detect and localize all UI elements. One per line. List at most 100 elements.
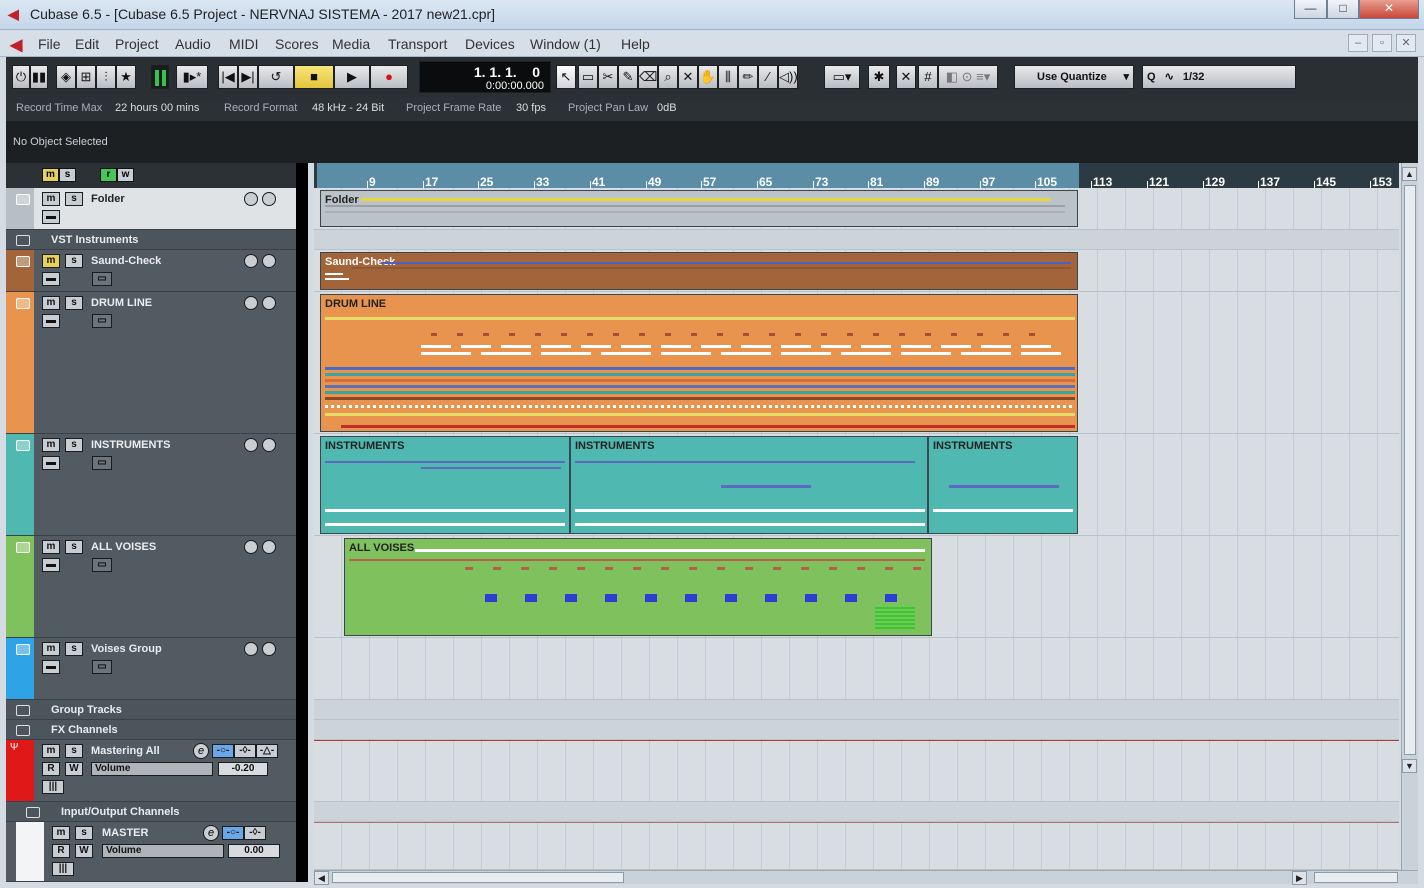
mute-tool-icon[interactable]: ✕ — [678, 65, 698, 89]
mute-button[interactable]: m — [42, 540, 60, 554]
play-tool-icon[interactable]: ◁)) — [778, 65, 798, 89]
scroll-down-icon[interactable]: ▼ — [1402, 759, 1417, 773]
folder-icon[interactable] — [16, 705, 30, 716]
track-io-channels[interactable]: Input/Output Channels — [6, 802, 296, 822]
folder-contents-icon[interactable]: ▭ — [92, 660, 112, 674]
track-name[interactable]: Folder — [91, 193, 125, 205]
track-list-divider[interactable] — [296, 163, 308, 882]
infoline-toggle-button[interactable]: ⊞ — [76, 65, 96, 89]
inspector-toggle-button[interactable]: ◈ — [56, 65, 76, 89]
record-enable-icon[interactable] — [244, 438, 258, 452]
close-button[interactable]: ✕ — [1359, 0, 1419, 19]
record-time-value[interactable]: 22 hours 00 mins — [115, 102, 199, 114]
menu-media[interactable]: Media — [332, 36, 370, 52]
frame-rate-value[interactable]: 30 fps — [516, 102, 546, 114]
scroll-left-icon[interactable]: ◀ — [314, 871, 329, 885]
track-master[interactable]: m s MASTER e -○- -◊- R W Volume 0.00 ||| — [6, 822, 296, 882]
scroll-up-icon[interactable]: ▲ — [1402, 167, 1417, 181]
automation-lanes-icon[interactable]: ||| — [52, 862, 74, 876]
folder-icon[interactable] — [16, 644, 30, 655]
track-name[interactable]: VST Instruments — [51, 234, 138, 246]
stop-icon[interactable]: ■ — [294, 65, 334, 89]
mute-button[interactable]: m — [42, 744, 60, 758]
menu-devices[interactable]: Devices — [465, 36, 515, 52]
mdi-close-button[interactable]: ✕ — [1396, 34, 1416, 52]
record-enable-icon[interactable] — [244, 540, 258, 554]
mute-button[interactable]: m — [52, 826, 70, 840]
folder-icon[interactable] — [16, 256, 30, 267]
edit-button[interactable]: ▬ — [42, 660, 60, 674]
menu-file[interactable]: File — [38, 36, 61, 52]
track-name[interactable]: Group Tracks — [51, 704, 122, 716]
track-voises-group[interactable]: m s Voises Group ▬ ▭ — [6, 638, 296, 700]
read-button[interactable]: R — [52, 844, 70, 858]
folder-contents-icon[interactable]: ▭ — [92, 314, 112, 328]
zoom-tool-icon[interactable]: ⌕ — [658, 65, 678, 89]
solo-button[interactable]: s — [65, 296, 83, 310]
snap-type-icon[interactable]: ✕ — [896, 65, 916, 89]
track-mastering-all[interactable]: Ψ m s Mastering All e -○- -◊- -△- R W Vo… — [6, 740, 296, 802]
mute-button[interactable]: m — [42, 296, 60, 310]
menu-edit[interactable]: Edit — [75, 36, 99, 52]
range-select-tool-icon[interactable]: ▭ — [578, 65, 598, 89]
automation-mode-button[interactable]: ▮▸* — [176, 65, 208, 89]
play-icon[interactable]: ▶ — [334, 65, 370, 89]
mdi-restore-button[interactable]: ▫ — [1372, 34, 1392, 52]
constrain-delay-button[interactable]: ▮▮ — [30, 65, 48, 89]
edit-button[interactable]: ▬ — [42, 558, 60, 572]
track-saund-check[interactable]: m s Saund-Check ▬ ▭ — [6, 250, 296, 292]
volume-value[interactable]: -0.20 — [218, 762, 268, 776]
scroll-thumb[interactable] — [1404, 185, 1416, 755]
folder-icon[interactable] — [16, 542, 30, 553]
volume-parameter[interactable]: Volume — [102, 844, 224, 858]
track-name[interactable]: Input/Output Channels — [61, 806, 180, 818]
mdi-minimize-button[interactable]: – — [1348, 34, 1368, 52]
record-enable-icon[interactable] — [244, 254, 258, 268]
cubase-menu-icon[interactable]: ◀ — [10, 35, 22, 55]
menu-audio[interactable]: Audio — [175, 36, 211, 52]
instruments-part-2[interactable]: INSTRUMENTS — [570, 436, 928, 534]
maximize-button[interactable]: □ — [1327, 0, 1359, 19]
track-folder[interactable]: m s Folder ▬ — [6, 188, 296, 230]
folder-icon[interactable] — [16, 440, 30, 451]
menu-midi[interactable]: MIDI — [229, 36, 259, 52]
autoscroll-icon[interactable]: ✱ — [868, 65, 890, 89]
volume-value[interactable]: 0.00 — [228, 844, 280, 858]
filter-solo-button[interactable]: s — [59, 168, 76, 182]
mixer-toggle-button[interactable]: ⫶ — [96, 65, 116, 89]
track-instruments[interactable]: m s INSTRUMENTS ▬ ▭ — [6, 434, 296, 536]
goto-end-icon[interactable]: ▶| — [238, 65, 258, 89]
position-display[interactable]: 1. 1. 1. 0 0:00:00.000 — [419, 61, 551, 93]
monitor-icon[interactable] — [262, 540, 276, 554]
read-button[interactable]: R — [42, 762, 60, 776]
instruments-part-1[interactable]: INSTRUMENTS — [320, 436, 570, 534]
record-enable-icon[interactable] — [244, 192, 258, 206]
menu-window[interactable]: Window (1) — [530, 36, 601, 52]
folder-contents-icon[interactable]: ▭ — [92, 456, 112, 470]
scroll-thumb[interactable] — [332, 872, 624, 883]
track-name[interactable]: DRUM LINE — [91, 297, 152, 309]
solo-button[interactable]: s — [65, 192, 83, 206]
monitor-icon[interactable] — [262, 642, 276, 656]
track-drum-line[interactable]: m s DRUM LINE ▬ ▭ — [6, 292, 296, 434]
scroll-right-icon[interactable]: ▶ — [1292, 871, 1307, 885]
mute-button[interactable]: m — [42, 642, 60, 656]
filter-read-button[interactable]: r — [100, 168, 117, 182]
monitor-icon[interactable] — [262, 438, 276, 452]
mute-button[interactable]: m — [42, 192, 60, 206]
mute-button[interactable]: m — [42, 438, 60, 452]
event-display[interactable]: Folder Saund-Check DRUM LINE INSTRUMENTS — [314, 188, 1399, 870]
minimize-button[interactable]: — — [1294, 0, 1327, 19]
saund-check-part[interactable]: Saund-Check — [320, 252, 1078, 290]
menu-scores[interactable]: Scores — [275, 36, 319, 52]
inserts-bypass-icon[interactable]: -○- — [212, 744, 234, 758]
volume-parameter[interactable]: Volume — [91, 762, 213, 776]
inserts-bypass-icon[interactable]: -○- — [222, 826, 244, 840]
draw-tool-icon[interactable]: ✏ — [738, 65, 758, 89]
horizontal-scrollbar[interactable]: ◀ ▶ — [314, 870, 1418, 885]
glue-tool-icon[interactable]: ✎ — [618, 65, 638, 89]
menu-project[interactable]: Project — [115, 36, 159, 52]
drum-line-part[interactable]: DRUM LINE — [320, 294, 1078, 432]
mute-button[interactable]: m — [42, 254, 60, 268]
solo-button[interactable]: s — [65, 254, 83, 268]
